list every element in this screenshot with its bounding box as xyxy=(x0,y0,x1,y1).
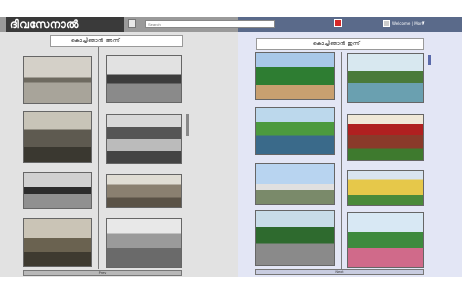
photo-now-1[interactable] xyxy=(255,52,335,100)
photo-now-8[interactable] xyxy=(347,212,424,268)
photo-now-6[interactable] xyxy=(347,170,424,206)
photo-then-7[interactable] xyxy=(23,218,92,267)
photo-then-8[interactable] xyxy=(106,218,182,268)
page: ദിവസേനാൽ Welcome | More ▾ കൊച്ചിഞാൻ അന്ന… xyxy=(0,0,462,299)
now-divider xyxy=(341,52,342,270)
notification-icon[interactable] xyxy=(334,19,342,27)
photo-then-1[interactable] xyxy=(23,56,92,104)
photo-now-4[interactable] xyxy=(347,114,424,161)
user-menu-label[interactable]: Welcome | More xyxy=(392,20,424,27)
photo-then-4[interactable] xyxy=(106,114,182,164)
photo-now-7[interactable] xyxy=(255,210,335,266)
photo-now-3[interactable] xyxy=(255,107,335,155)
now-pager[interactable]: Next xyxy=(255,269,424,275)
now-scrollbar[interactable] xyxy=(428,55,431,65)
home-icon[interactable] xyxy=(128,19,136,28)
chevron-down-icon[interactable]: ▾ xyxy=(422,20,425,27)
site-logo[interactable]: ദിവസേനാൽ xyxy=(6,17,124,32)
photo-then-3[interactable] xyxy=(23,111,92,163)
photo-then-6[interactable] xyxy=(106,174,182,208)
footer xyxy=(0,277,462,299)
avatar[interactable] xyxy=(383,20,390,27)
photo-then-2[interactable] xyxy=(106,55,182,103)
then-divider xyxy=(98,47,99,269)
search-input[interactable] xyxy=(145,20,275,28)
photo-now-2[interactable] xyxy=(347,53,424,103)
now-panel-title: കൊച്ചിഞാൻ ഇന്ന് xyxy=(256,38,424,50)
photo-then-5[interactable] xyxy=(23,172,92,209)
then-pager[interactable]: Prev xyxy=(23,270,182,276)
photo-now-5[interactable] xyxy=(255,163,335,205)
then-panel-title: കൊച്ചിഞാൻ അന്ന് xyxy=(50,35,183,47)
then-scrollbar[interactable] xyxy=(186,114,189,136)
